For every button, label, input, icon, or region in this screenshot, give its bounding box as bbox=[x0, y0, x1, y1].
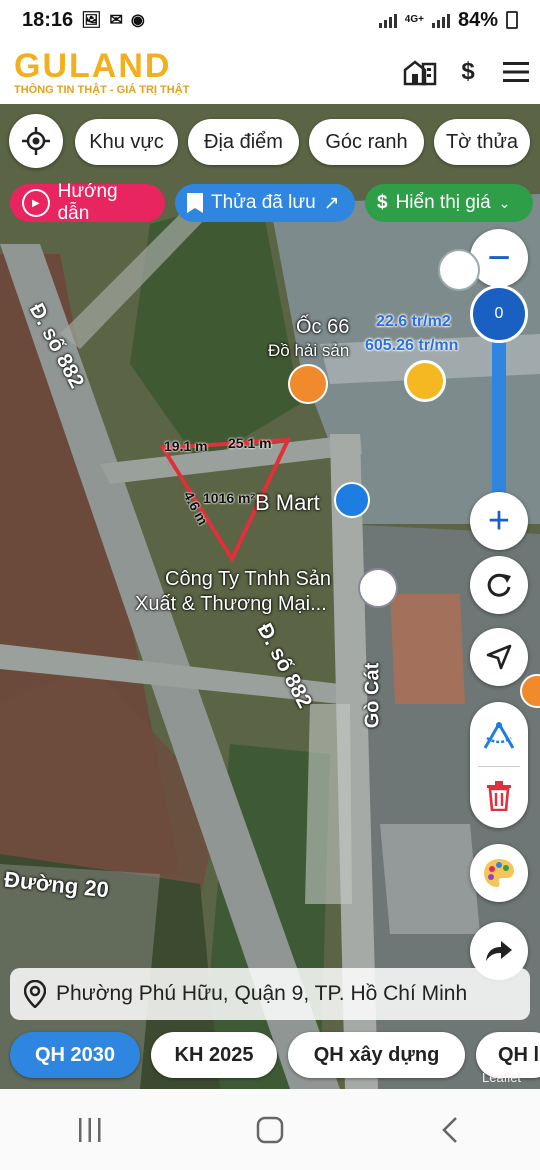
location-marker-icon[interactable] bbox=[404, 360, 446, 402]
status-bar: 18:16 🖼 ✉ ◉ 4G+ 84% bbox=[0, 0, 540, 40]
navigation-arrow-icon bbox=[486, 644, 512, 670]
home-button[interactable] bbox=[240, 1105, 300, 1155]
zoom-out-button[interactable]: − bbox=[470, 229, 528, 287]
parcel-side-label: 25.1 m bbox=[228, 435, 272, 451]
palette-icon bbox=[484, 859, 514, 887]
chip-place[interactable]: Địa điểm bbox=[188, 119, 299, 165]
system-nav-bar bbox=[0, 1089, 540, 1170]
back-button[interactable] bbox=[420, 1105, 480, 1155]
play-icon: ▶ bbox=[22, 189, 50, 217]
poi-marker-icon[interactable] bbox=[438, 249, 480, 291]
home-icon bbox=[256, 1116, 284, 1143]
tab-qh-2030[interactable]: QH 2030 bbox=[10, 1032, 140, 1078]
app-tagline: THÔNG TIN THẬT - GIÁ TRỊ THẬT bbox=[14, 84, 190, 96]
show-price-button[interactable]: $ Hiển thị giá ⌄ bbox=[365, 184, 533, 222]
recent-apps-button[interactable] bbox=[60, 1105, 120, 1155]
guide-button[interactable]: ▶ Hướng dẫn bbox=[10, 181, 165, 224]
poi-label: B Mart bbox=[255, 490, 320, 515]
parcel-area-label: 1016 m² bbox=[203, 490, 256, 506]
bookmark-icon bbox=[187, 193, 203, 213]
poi-sublabel: Đồ hải sản bbox=[268, 341, 350, 360]
plus-icon: + bbox=[487, 500, 511, 542]
map-attribution[interactable]: Leaflet bbox=[482, 1070, 521, 1085]
network-type: 4G+ bbox=[404, 14, 424, 25]
measure-button[interactable] bbox=[470, 710, 528, 762]
address-bar[interactable]: Phường Phú Hữu, Quận 9, TP. Hồ Chí Minh bbox=[10, 968, 530, 1020]
signal-icon-2 bbox=[431, 12, 450, 28]
poi-label: Xuất & Thương Mại... bbox=[135, 593, 327, 615]
map-pin-icon bbox=[24, 980, 46, 1008]
zoom-slider-knob[interactable]: 0 bbox=[470, 285, 528, 343]
tab-qh-construction[interactable]: QH xây dựng bbox=[288, 1032, 465, 1078]
signal-icon bbox=[378, 12, 397, 28]
parcel-side-label: 19.1 m bbox=[164, 438, 208, 454]
app-logo[interactable]: GULAND bbox=[14, 49, 171, 83]
app-icon: ◉ bbox=[130, 12, 145, 29]
shop-pin-icon[interactable] bbox=[334, 482, 370, 518]
battery-level: 84% bbox=[457, 8, 498, 31]
trash-icon bbox=[487, 781, 511, 811]
saved-label: Thửa đã lưu bbox=[211, 192, 316, 213]
show-price-label: Hiển thị giá bbox=[395, 192, 491, 213]
zoom-in-button[interactable]: + bbox=[470, 492, 528, 550]
chip-parcel[interactable]: Tờ thửa bbox=[434, 119, 530, 165]
battery-icon bbox=[506, 11, 518, 29]
poi-marker-icon[interactable] bbox=[358, 568, 398, 608]
status-time: 18:16 bbox=[22, 8, 74, 31]
locate-icon[interactable] bbox=[9, 114, 63, 168]
poi-label: Công Ty Tnhh Sản bbox=[165, 568, 332, 590]
recent-apps-icon bbox=[79, 1117, 101, 1142]
navigate-button[interactable] bbox=[470, 628, 528, 686]
restaurant-pin-icon[interactable] bbox=[288, 364, 328, 404]
dollar-icon[interactable]: $ bbox=[450, 54, 486, 90]
dollar-sign-icon: $ bbox=[377, 192, 388, 213]
image-icon: 🖼 bbox=[81, 12, 102, 29]
compass-measure-icon bbox=[483, 722, 515, 749]
menu-icon[interactable] bbox=[498, 54, 534, 90]
price-total: 605.26 tr/mn bbox=[365, 337, 459, 354]
guide-label: Hướng dẫn bbox=[57, 181, 118, 224]
tab-kh-2025[interactable]: KH 2025 bbox=[151, 1032, 277, 1078]
arrow-up-right-icon: ↗ bbox=[323, 192, 340, 214]
poi-label: Ốc 66 bbox=[296, 316, 350, 338]
back-chevron-icon bbox=[442, 1116, 457, 1143]
chip-corner[interactable]: Góc ranh bbox=[309, 119, 424, 165]
chevron-down-icon: ⌄ bbox=[498, 194, 511, 211]
price-per-m2: 22.6 tr/m2 bbox=[376, 313, 451, 330]
chip-area[interactable]: Khu vực bbox=[75, 119, 178, 165]
mail-icon: ✉ bbox=[109, 12, 123, 29]
delete-button[interactable] bbox=[470, 770, 528, 822]
share-arrow-icon bbox=[486, 941, 512, 961]
buildings-icon[interactable] bbox=[402, 54, 438, 90]
saved-parcels-button[interactable]: Thửa đã lưu ↗ bbox=[175, 184, 355, 222]
minus-icon: − bbox=[487, 236, 511, 280]
refresh-icon bbox=[487, 573, 511, 597]
refresh-button[interactable] bbox=[470, 556, 528, 614]
color-theme-button[interactable] bbox=[470, 844, 528, 902]
divider bbox=[478, 766, 520, 767]
road-label: Gò Cát bbox=[361, 662, 384, 729]
map-view[interactable]: Khu vực Địa điểm Góc ranh Tờ thửa ▶ Hướn… bbox=[0, 104, 540, 1089]
address-text: Phường Phú Hữu, Quận 9, TP. Hồ Chí Minh bbox=[56, 982, 468, 1005]
app-header: GULAND THÔNG TIN THẬT - GIÁ TRỊ THẬT $ bbox=[0, 40, 540, 104]
